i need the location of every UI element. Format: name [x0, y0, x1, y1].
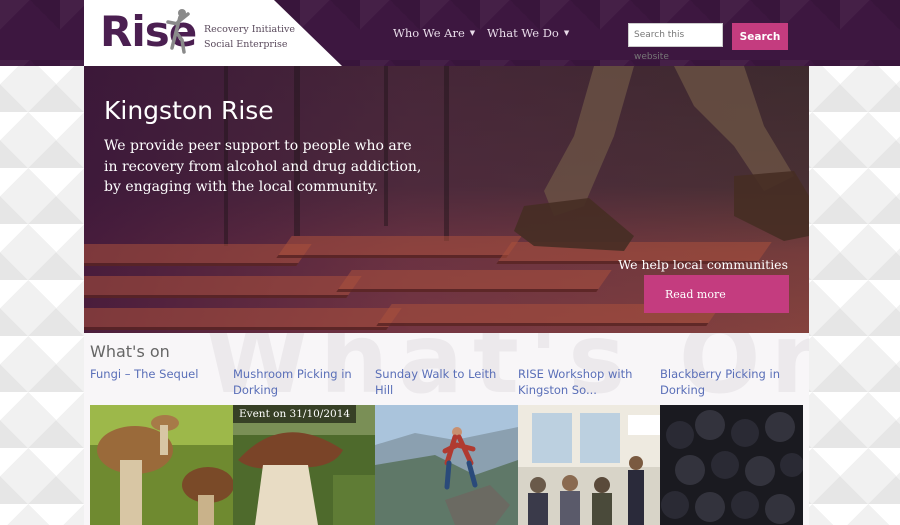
event-image-mushroom-picking[interactable]: Event on 31/10/2014 [233, 405, 376, 525]
nav-item-what-we-do[interactable]: What We Do ▼ [487, 26, 569, 40]
section-title: What's on [90, 342, 170, 361]
hero-title: Kingston Rise [104, 96, 274, 125]
tree-trunk [444, 66, 449, 241]
climber-figure-icon [166, 9, 190, 54]
nav-label: Who We Are [393, 26, 465, 40]
hero-cta-text: We help local communities [618, 257, 788, 272]
event-image-blackberry-picking[interactable] [660, 405, 803, 525]
event-link-mushroom-picking[interactable]: Mushroom Picking in Dorking [233, 366, 368, 398]
event-date-badge: Event on 31/10/2014 [233, 405, 357, 423]
caret-down-icon: ▼ [563, 29, 570, 37]
search-input[interactable]: Search this website [628, 23, 723, 62]
read-more-button[interactable]: Read more [644, 275, 789, 313]
nav-item-who-we-are[interactable]: Who We Are ▼ [393, 26, 475, 40]
boardwalk-plank [84, 308, 402, 330]
event-link-rise-workshop[interactable]: RISE Workshop with Kingston So... [518, 366, 653, 398]
search-button[interactable]: Search [732, 23, 788, 50]
boardwalk-plank [84, 276, 362, 298]
caret-down-icon: ▼ [469, 29, 476, 37]
hero-description: We provide peer support to people who ar… [104, 138, 422, 195]
event-image-fungi[interactable] [90, 405, 233, 525]
logo-tagline-line2: Social Enterprise [204, 39, 288, 50]
event-link-sunday-walk[interactable]: Sunday Walk to Leith Hill [375, 366, 510, 398]
nav-label: What We Do [487, 26, 559, 40]
event-link-fungi[interactable]: Fungi – The Sequel [90, 366, 225, 382]
hero-banner: Kingston Rise We provide peer support to… [84, 66, 809, 333]
whats-on-section: What's On What's on Fungi – The Sequel M… [84, 333, 809, 525]
event-image-rise-workshop[interactable] [518, 405, 661, 525]
logo-tagline: Recovery Initiative Social Enterprise [204, 22, 295, 52]
event-link-blackberry-picking[interactable]: Blackberry Picking in Dorking [660, 366, 795, 398]
site-header: Rise Recovery Initiative Social Enterpri… [0, 0, 900, 66]
logo-tagline-line1: Recovery Initiative [204, 24, 296, 35]
event-image-sunday-walk[interactable] [375, 405, 518, 525]
